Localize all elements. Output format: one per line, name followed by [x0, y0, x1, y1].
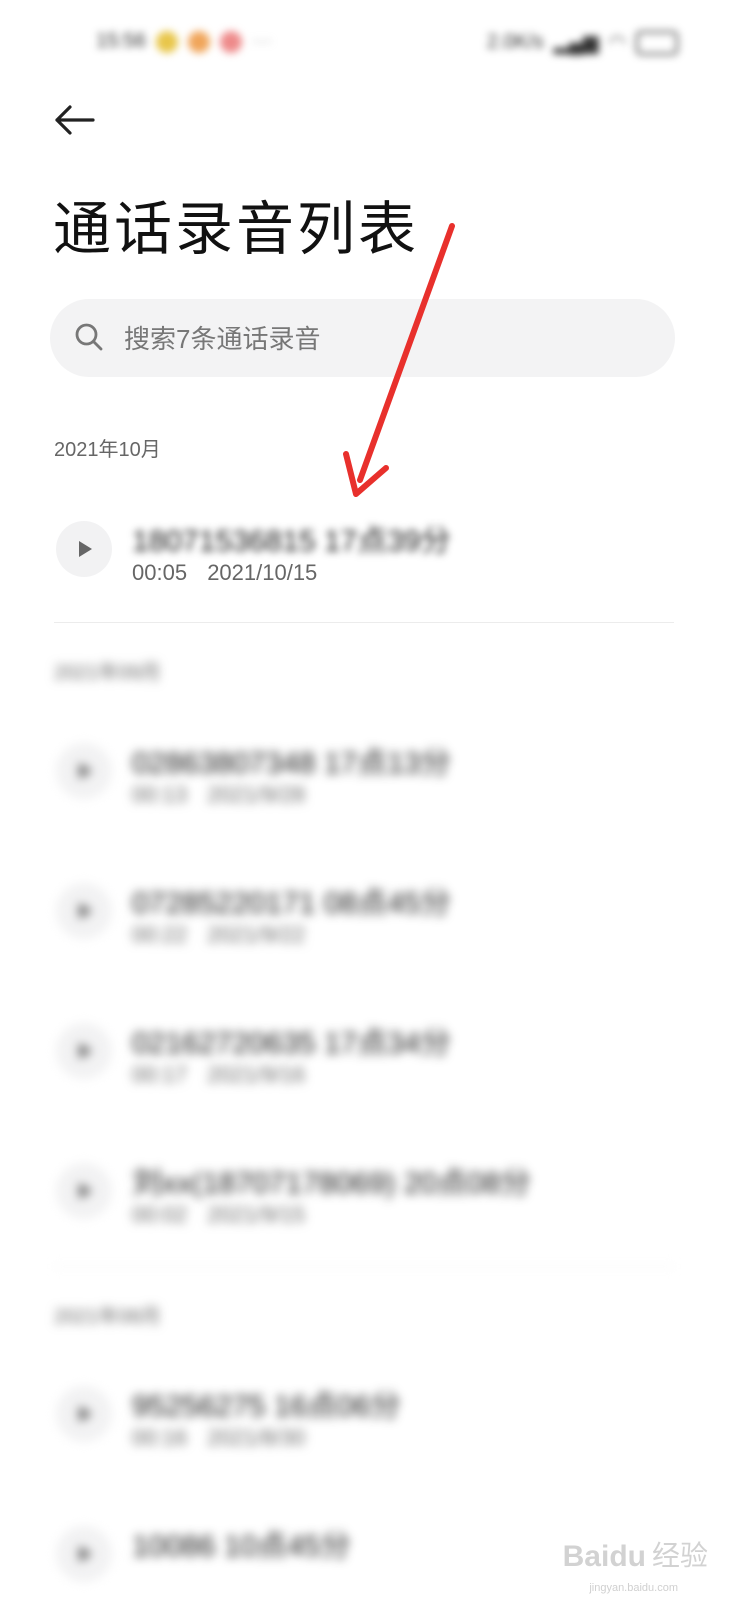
battery-icon	[636, 30, 678, 55]
play-button[interactable]	[56, 1386, 112, 1442]
recording-name: 07285220171 08点45分	[132, 887, 451, 920]
search-input[interactable]	[124, 319, 604, 359]
recording-date: 2021/9/15	[207, 1202, 306, 1227]
recording-duration: 00:05	[132, 560, 188, 585]
play-icon	[79, 903, 92, 919]
back-button[interactable]	[50, 100, 98, 140]
play-icon	[79, 763, 92, 779]
recording-date: 2021/9/22	[207, 922, 306, 947]
recording-duration: 00:02	[132, 1202, 188, 1227]
play-icon	[79, 541, 92, 557]
play-button[interactable]	[56, 1023, 112, 1079]
divider	[54, 1266, 674, 1267]
watermark-url: jingyan.baidu.com	[589, 1582, 678, 1594]
recording-name: 刘xx(18707178069) 20点08分	[132, 1167, 531, 1200]
recording-item[interactable]: 18071536815 17点39分 00:05 2021/10/15	[40, 490, 680, 610]
section-header-2021-10: 2021年10月	[54, 439, 161, 461]
watermark: Baidu 经验	[563, 1534, 708, 1574]
recording-date: 2021/10/15	[207, 560, 318, 585]
status-bar: 15:56 ··· 2.0K/s ▂▄▆ ◠	[0, 0, 738, 90]
recording-item[interactable]: 95256275 16点06分 00:16 2021/8/30	[40, 1355, 680, 1475]
status-right: 2.0K/s ▂▄▆ ◠	[487, 30, 678, 55]
status-left: 15:56 ···	[96, 30, 272, 53]
recording-item[interactable]: 07285220171 08点45分 00:22 2021/9/22	[40, 852, 680, 972]
recording-meta: 00:16 2021/8/30	[132, 1425, 305, 1451]
play-button[interactable]	[56, 521, 112, 577]
wifi-icon: ◠	[608, 32, 626, 54]
recording-duration: 00:16	[132, 1425, 188, 1450]
recording-meta: 00:13 2021/9/28	[132, 782, 305, 808]
recording-name: 10086 10点45分	[132, 1530, 351, 1563]
recording-item[interactable]: 刘xx(18707178069) 20点08分 00:02 2021/9/15	[40, 1132, 680, 1252]
recording-duration: 00:22	[132, 922, 188, 947]
notification-icon-orange	[188, 30, 211, 53]
watermark-logo: Baidu	[562, 1540, 646, 1573]
recording-meta: 00:22 2021/9/22	[132, 922, 305, 948]
recording-name: 95256275 16点06分	[132, 1390, 401, 1423]
status-time: 15:56	[96, 30, 147, 52]
section-header-2021-08: 2021年08月	[54, 1306, 161, 1328]
play-button[interactable]	[56, 743, 112, 799]
page-title: 通话录音列表	[53, 197, 420, 262]
arrow-left-icon	[55, 105, 95, 135]
search-icon	[75, 323, 103, 351]
notification-icon-yellow	[156, 30, 179, 53]
play-icon	[79, 1043, 92, 1059]
play-button[interactable]	[56, 1526, 112, 1582]
recording-name: 02162720635 17点34分	[132, 1027, 451, 1060]
divider	[54, 622, 674, 623]
more-notifications-icon: ···	[252, 30, 273, 52]
play-button[interactable]	[56, 1163, 112, 1219]
recording-meta: 00:05 2021/10/15	[132, 560, 317, 586]
play-icon	[79, 1183, 92, 1199]
recording-meta: 00:17 2021/9/16	[132, 1062, 305, 1088]
notification-icon-red	[220, 30, 243, 53]
play-button[interactable]	[56, 883, 112, 939]
signal-icon: ▂▄▆	[553, 32, 599, 54]
recording-date: 2021/9/28	[207, 782, 306, 807]
recording-item[interactable]: 02162720635 17点34分 00:17 2021/9/16	[40, 992, 680, 1112]
recording-duration: 00:13	[132, 782, 188, 807]
recording-meta: 00:02 2021/9/15	[132, 1202, 305, 1228]
play-icon	[79, 1546, 92, 1562]
play-icon	[79, 1406, 92, 1422]
recording-date: 2021/9/16	[207, 1062, 306, 1087]
recording-date: 2021/8/30	[207, 1425, 306, 1450]
section-header-2021-09: 2021年09月	[54, 662, 161, 684]
watermark-cn: 经验	[651, 1540, 708, 1571]
recording-name: 18071536815 17点39分	[132, 525, 451, 558]
network-speed: 2.0K/s	[486, 31, 544, 53]
recording-item[interactable]: 02863807348 17点13分 00:13 2021/9/28	[40, 712, 680, 832]
recording-duration: 00:17	[132, 1062, 188, 1087]
recording-name: 02863807348 17点13分	[132, 747, 451, 780]
